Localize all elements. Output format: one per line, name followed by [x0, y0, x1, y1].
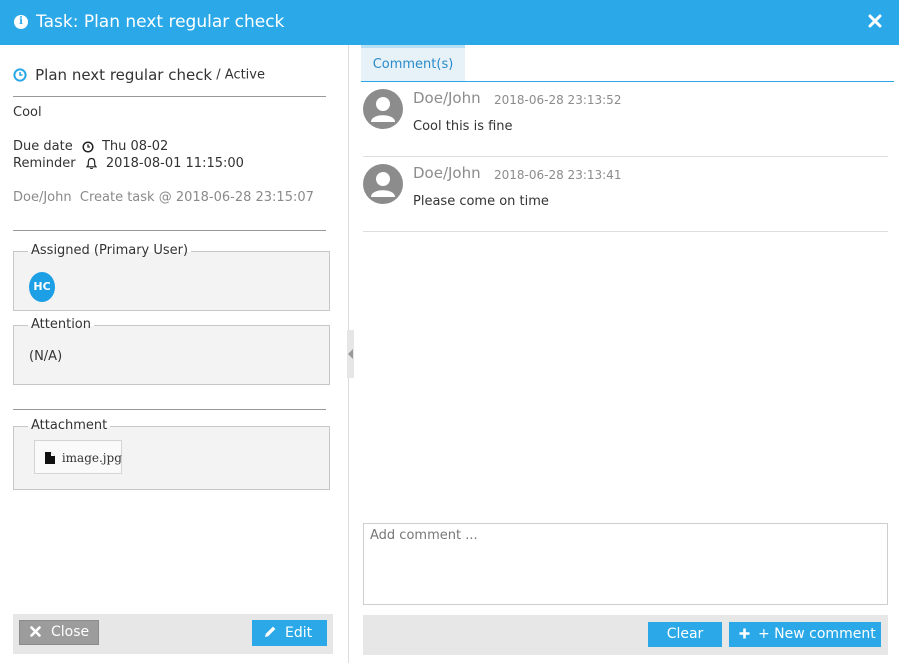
close-icon[interactable] — [868, 14, 882, 28]
task-creator-info: Doe/John Create task @ 2018-06-28 23:15:… — [13, 190, 314, 205]
assigned-legend: Assigned (Primary User) — [28, 242, 192, 260]
new-comment-label: + New comment — [758, 626, 876, 642]
reminder-row: Reminder 2018-08-01 11:15:00 — [13, 156, 244, 171]
comment-input[interactable] — [363, 523, 888, 605]
task-details-panel: Plan next regular check / Active Cool Du… — [0, 45, 348, 663]
user-avatar-icon — [363, 89, 403, 129]
task-name: Plan next regular check — [35, 66, 213, 84]
due-date-label: Due date — [13, 139, 73, 154]
edit-button-label: Edit — [285, 625, 313, 641]
attention-value: (N/A) — [29, 349, 63, 364]
divider — [13, 96, 326, 97]
info-icon: i — [14, 15, 28, 29]
new-comment-button[interactable]: + New comment — [729, 622, 881, 647]
clock-icon — [82, 140, 94, 153]
edit-button[interactable]: Edit — [252, 620, 327, 646]
comment-text: Please come on time — [413, 194, 549, 209]
comment-time: 2018-06-28 23:13:41 — [494, 168, 622, 182]
assigned-fieldset: Assigned (Primary User) HC — [13, 242, 330, 311]
plus-icon — [739, 628, 750, 639]
task-status: / Active — [216, 67, 265, 83]
close-icon — [30, 626, 41, 637]
attention-legend: Attention — [28, 316, 94, 334]
close-button[interactable]: Close — [19, 620, 99, 645]
file-icon — [45, 452, 55, 464]
comment-author: Doe/John — [413, 89, 481, 107]
bell-icon — [85, 157, 97, 170]
clock-icon — [13, 68, 27, 82]
avatar[interactable]: HC — [29, 272, 55, 302]
tab-comments[interactable]: Comment(s) — [361, 45, 465, 81]
attachment-filename: image.jpg — [61, 451, 122, 465]
divider — [13, 230, 326, 231]
user-avatar-icon — [363, 164, 403, 204]
attention-fieldset: Attention (N/A) — [13, 316, 330, 385]
task-header: Plan next regular check / Active — [13, 66, 265, 84]
comment-time: 2018-06-28 23:13:52 — [494, 93, 622, 107]
reminder-label: Reminder — [13, 156, 76, 171]
pencil-icon — [265, 626, 276, 637]
left-footer: Close Edit — [13, 614, 333, 654]
attachment-fieldset: Attachment image.jpg — [13, 417, 330, 490]
collapse-handle[interactable] — [347, 330, 354, 378]
right-footer: Clear + New comment — [363, 615, 888, 655]
task-description: Cool — [13, 105, 42, 120]
dialog-titlebar: i Task: Plan next regular check — [0, 0, 899, 45]
close-button-label: Close — [51, 624, 90, 640]
clear-button[interactable]: Clear — [648, 622, 722, 647]
reminder-value: 2018-08-01 11:15:00 — [105, 156, 244, 171]
comment-item: Doe/John 2018-06-28 23:13:52 Cool this i… — [363, 82, 888, 157]
comment-item: Doe/John 2018-06-28 23:13:41 Please come… — [363, 157, 888, 232]
due-date-value: Thu 08-02 — [101, 139, 169, 154]
tab-bar: Comment(s) — [361, 45, 894, 82]
due-date-row: Due date Thu 08-02 — [13, 139, 168, 154]
attachment-file-button[interactable]: image.jpg — [34, 440, 122, 474]
divider — [13, 409, 326, 410]
attachment-legend: Attachment — [28, 417, 111, 435]
comment-text: Cool this is fine — [413, 119, 513, 134]
dialog-title: Task: Plan next regular check — [36, 12, 285, 32]
comment-author: Doe/John — [413, 164, 481, 182]
